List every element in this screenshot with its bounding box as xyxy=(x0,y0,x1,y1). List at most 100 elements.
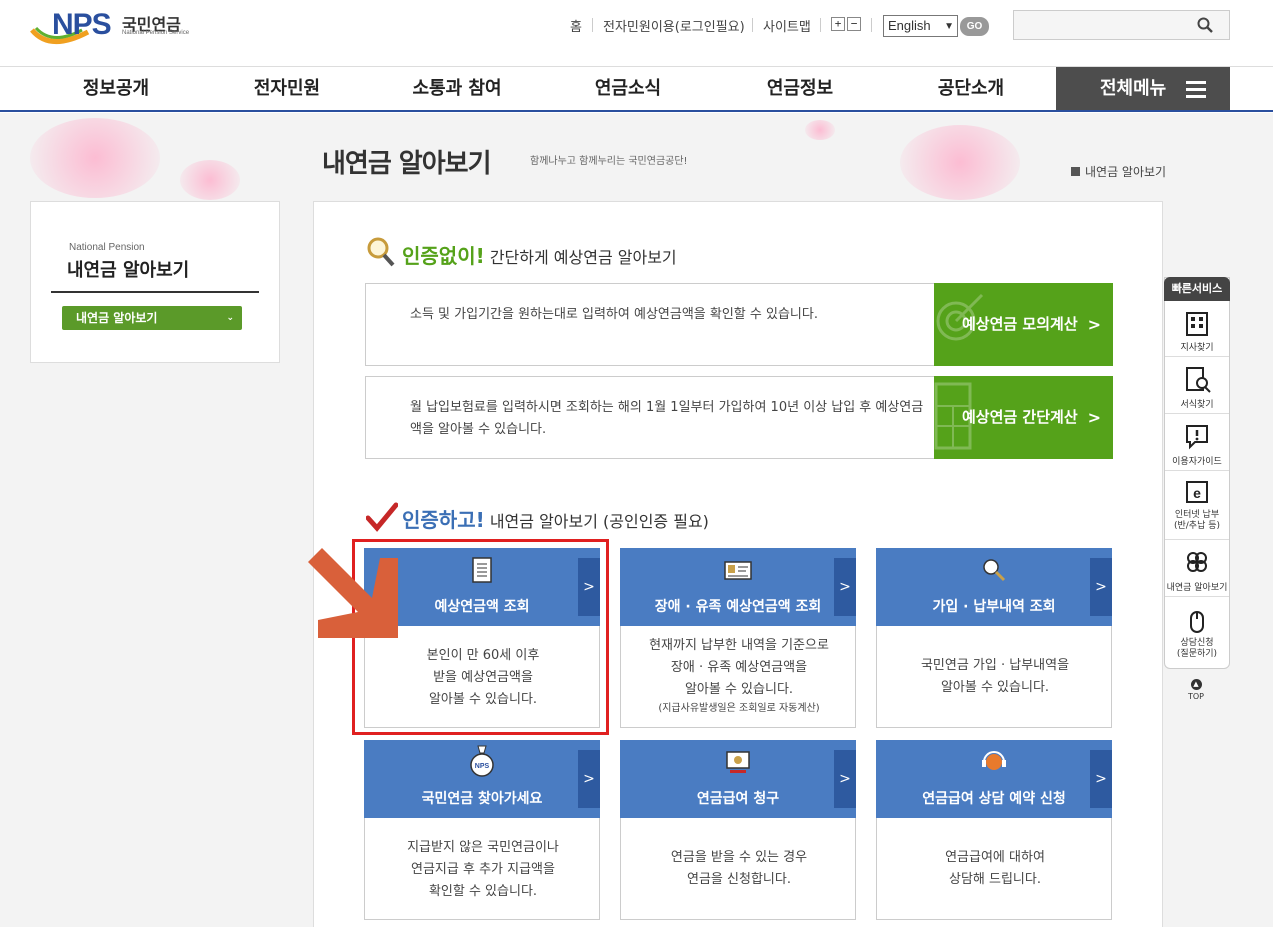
side-nav-item-label: 내연금 알아보기 xyxy=(76,311,158,325)
id-card-icon xyxy=(724,561,752,580)
home-icon[interactable] xyxy=(1071,167,1080,176)
search-input[interactable] xyxy=(1013,10,1230,40)
nav-pension-news[interactable]: 연금소식 xyxy=(542,67,714,110)
chevron-right-icon[interactable]: > xyxy=(1090,558,1112,616)
quick-item-guide[interactable]: 이용자가이드 xyxy=(1165,415,1229,471)
card-desc-line: 지급받지 않은 국민연금이나 xyxy=(407,840,559,855)
quick-service-panel: 빠른서비스 지사찾기 서식찾기 이용자가이드 e 인터넷 납부 (반/추납 등) xyxy=(1164,277,1230,669)
quick-item-branch[interactable]: 지사찾기 xyxy=(1165,301,1229,357)
card-desc-line: 연금을 받을 수 있는 경우 xyxy=(670,850,808,865)
section-title-strong: 인증없이! xyxy=(402,244,485,268)
side-navigation: National Pension 내연금 알아보기 내연금 알아보기 ⌄ xyxy=(30,201,280,363)
card-description: 현재까지 납부한 내역을 기준으로 장애 · 유족 예상연금액을 알아볼 수 있… xyxy=(621,635,857,717)
card-desc-line: 현재까지 납부한 내역을 기준으로 xyxy=(649,638,829,653)
nav-pension-info[interactable]: 연금정보 xyxy=(714,67,886,110)
logo-text: NPS xyxy=(52,8,112,41)
chevron-right-icon[interactable]: > xyxy=(578,750,600,808)
card-title: 장애 · 유족 예상연금액 조회 xyxy=(654,599,822,615)
pointer-arrow-icon xyxy=(308,548,398,638)
card-disability-survivor[interactable]: 장애 · 유족 예상연금액 조회 > 현재까지 납부한 내역을 기준으로 장애 … xyxy=(620,548,856,728)
e-civil-link[interactable]: 전자민원이용(로그인필요) xyxy=(603,16,745,35)
quick-item-label: 지사찾기 xyxy=(1180,343,1214,353)
language-value: English xyxy=(888,18,931,33)
building-icon xyxy=(1186,312,1208,336)
breadcrumb: 내연금 알아보기 xyxy=(1071,163,1166,180)
search-icon[interactable] xyxy=(1197,17,1213,33)
card-title: 국민연금 찾아가세요 xyxy=(421,791,543,807)
quick-item-forms[interactable]: 서식찾기 xyxy=(1165,358,1229,414)
scroll-top-button[interactable]: ▲ TOP xyxy=(1181,679,1211,701)
section-title-with-cert: 인증하고! 내연금 알아보기 (공인인증 필요) xyxy=(402,504,709,533)
nps-logo[interactable]: NPS 국민연금 National Pension Service xyxy=(30,8,190,52)
calculator-icon xyxy=(934,382,972,450)
page-subtitle: 함께나누고 함께누리는 국민연금공단! xyxy=(530,156,688,167)
chevron-right-icon: > xyxy=(1087,315,1101,334)
card-benefit-claim[interactable]: 연금급여 청구 > 연금을 받을 수 있는 경우 연금을 신청합니다. xyxy=(620,740,856,920)
card-desc-line: 알아볼 수 있습니다. xyxy=(940,680,1050,695)
chevron-right-icon[interactable]: > xyxy=(834,750,856,808)
card-desc-line: 확인할 수 있습니다. xyxy=(428,884,538,899)
nav-about[interactable]: 공단소개 xyxy=(886,67,1056,110)
divider xyxy=(51,291,259,293)
calc-description: 월 납입보험료를 입력하시면 조회하는 해의 1월 1일부터 가입하여 10년 … xyxy=(410,400,924,437)
nps-pouch-icon: NPS xyxy=(470,745,494,777)
section-title-rest: 간단하게 예상연금 알아보기 xyxy=(484,248,677,267)
zoom-out-button[interactable]: − xyxy=(847,17,861,31)
hamburger-icon xyxy=(1186,81,1206,98)
heart-decoration xyxy=(180,160,240,200)
card-header: 연금급여 상담 예약 신청 > xyxy=(876,740,1112,818)
quick-item-label: 내연금 알아보기 xyxy=(1166,583,1228,593)
monitor-icon xyxy=(726,751,750,773)
card-title: 가입 · 납부내역 조회 xyxy=(932,599,1056,615)
quick-service-title: 빠른서비스 xyxy=(1164,277,1230,301)
calc-row-simulation: 소득 및 가입기간을 원하는대로 입력하여 예상연금액을 확인할 수 있습니다.… xyxy=(365,283,1113,366)
quick-item-label-sub: (반/추납 등) xyxy=(1173,521,1221,531)
checkmark-icon xyxy=(366,502,398,532)
quick-item-internet-pay[interactable]: e 인터넷 납부 (반/추납 등) xyxy=(1165,472,1229,540)
all-menu-button[interactable]: 전체메뉴 xyxy=(1056,67,1230,110)
divider xyxy=(592,18,593,32)
nav-e-civil[interactable]: 전자민원 xyxy=(202,67,372,110)
card-desc-line: 장애 · 유족 예상연금액을 xyxy=(670,660,808,675)
main-navigation: 정보공개 전자민원 소통과 참여 연금소식 연금정보 공단소개 전체메뉴 xyxy=(0,67,1273,112)
chevron-right-icon[interactable]: > xyxy=(834,558,856,616)
quick-item-my-pension[interactable]: 내연금 알아보기 xyxy=(1165,541,1229,597)
nav-participation[interactable]: 소통과 참여 xyxy=(372,67,542,110)
quick-item-label: 인터넷 납부 xyxy=(1174,510,1220,520)
quick-item-label: 서식찾기 xyxy=(1180,400,1214,410)
nps-icon-label: NPS xyxy=(475,763,490,770)
chevron-down-icon: ▼ xyxy=(944,21,954,32)
mouse-icon xyxy=(1190,611,1204,633)
card-header: 연금급여 청구 > xyxy=(620,740,856,818)
simulation-calc-button[interactable]: 예상연금 모의계산 > xyxy=(934,283,1113,366)
quick-item-label: 상담신청 xyxy=(1180,638,1214,648)
language-select[interactable]: English ▼ xyxy=(883,15,958,37)
section-title-strong: 인증하고! xyxy=(402,508,485,532)
language-go-button[interactable]: GO xyxy=(960,17,989,36)
heart-decoration xyxy=(30,118,160,198)
quick-item-label-sub: (질문하기) xyxy=(1176,649,1218,659)
quick-item-consult[interactable]: 상담신청 (질문하기) xyxy=(1165,598,1229,659)
section-title-no-cert: 인증없이! 간단하게 예상연금 알아보기 xyxy=(402,240,677,269)
card-header: NPS 국민연금 찾아가세요 > xyxy=(364,740,600,818)
chevron-right-icon[interactable]: > xyxy=(1090,750,1112,808)
card-description: 연금급여에 대하여 상담해 드립니다. xyxy=(877,847,1113,891)
sitemap-link[interactable]: 사이트맵 xyxy=(763,16,811,35)
side-nav-english-title: National Pension xyxy=(69,242,145,253)
card-header: 가입 · 납부내역 조회 > xyxy=(876,548,1112,626)
card-description: 국민연금 가입 · 납부내역을 알아볼 수 있습니다. xyxy=(877,655,1113,699)
nav-info-disclosure[interactable]: 정보공개 xyxy=(30,67,202,110)
divider xyxy=(871,18,872,32)
target-icon xyxy=(936,293,984,341)
home-link[interactable]: 홈 xyxy=(570,16,582,35)
divider xyxy=(820,18,821,32)
svg-text:e: e xyxy=(1193,485,1201,501)
card-find-pension[interactable]: NPS 국민연금 찾아가세요 > 지급받지 않은 국민연금이나 연금지급 후 추… xyxy=(364,740,600,920)
zoom-in-button[interactable]: + xyxy=(831,17,845,31)
scroll-top-label: TOP xyxy=(1187,692,1204,701)
card-title: 연금급여 청구 xyxy=(696,791,780,807)
side-nav-item-active[interactable]: 내연금 알아보기 ⌄ xyxy=(62,306,242,330)
card-subscription-payment[interactable]: 가입 · 납부내역 조회 > 국민연금 가입 · 납부내역을 알아볼 수 있습니… xyxy=(876,548,1112,728)
card-consultation-booking[interactable]: 연금급여 상담 예약 신청 > 연금급여에 대하여 상담해 드립니다. xyxy=(876,740,1112,920)
simple-calc-button[interactable]: 예상연금 간단계산 > xyxy=(934,376,1113,459)
